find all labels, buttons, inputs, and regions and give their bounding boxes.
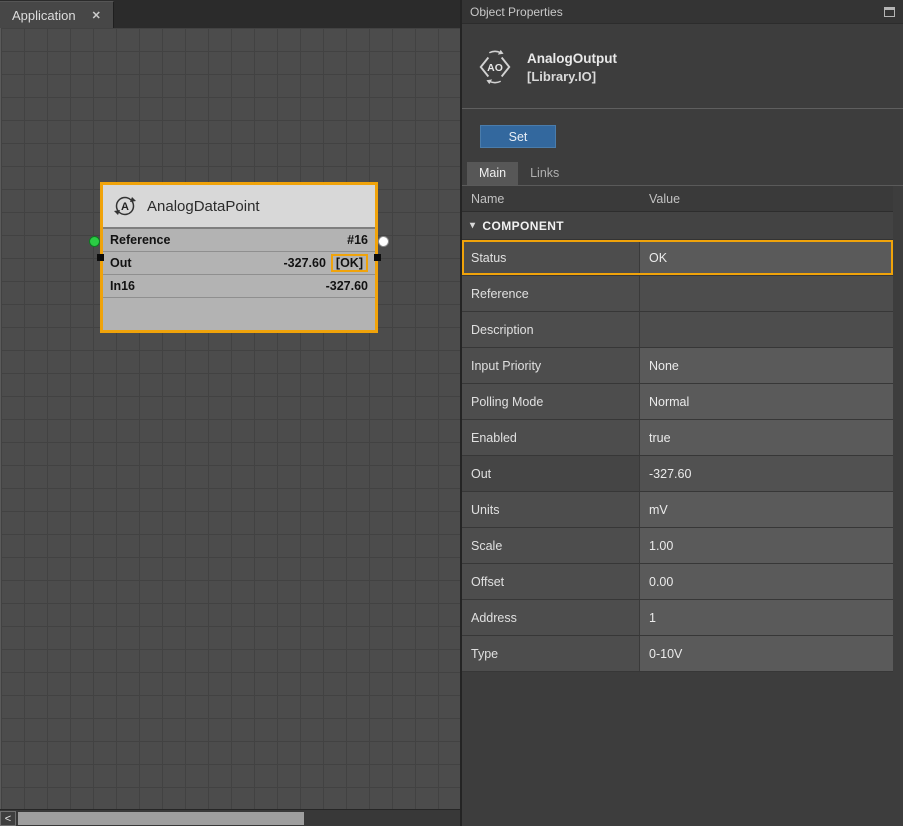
svg-text:AO: AO	[487, 63, 503, 74]
table-row-out[interactable]: Out -327.60	[462, 456, 893, 492]
table-row-input-priority[interactable]: Input Priority None	[462, 348, 893, 384]
status-ok-highlight: [OK]	[331, 254, 368, 272]
property-name: Address	[462, 600, 640, 635]
property-name: Type	[462, 636, 640, 671]
block-slot-name: In16	[110, 279, 135, 293]
property-value[interactable]	[640, 276, 893, 311]
property-value[interactable]: 1	[640, 600, 893, 635]
block-header[interactable]: A AnalogDataPoint	[103, 185, 375, 229]
block-row-out[interactable]: Out -327.60 [OK]	[103, 252, 375, 275]
input-port[interactable]	[89, 236, 100, 247]
close-icon[interactable]: ✕	[92, 9, 101, 22]
canvas-pane: Application ✕ A AnalogDataPoint Referenc…	[0, 0, 460, 826]
property-name: Units	[462, 492, 640, 527]
object-name: AnalogOutput	[527, 51, 617, 66]
scroll-left-icon[interactable]: <	[0, 811, 16, 826]
svg-text:A: A	[121, 201, 129, 213]
out-value: -327.60	[284, 256, 326, 270]
block-slot-name: Reference	[110, 233, 170, 247]
analog-output-icon: AO	[476, 48, 514, 86]
wiresheet-canvas[interactable]: A AnalogDataPoint Reference #16 Out -327…	[0, 28, 460, 809]
table-row-type[interactable]: Type 0-10V	[462, 636, 893, 672]
table-row-address[interactable]: Address 1	[462, 600, 893, 636]
block-row-reference[interactable]: Reference #16	[103, 229, 375, 252]
property-value[interactable]	[640, 312, 893, 347]
property-value[interactable]: true	[640, 420, 893, 455]
canvas-tab-bar: Application ✕	[0, 0, 460, 28]
table-row-offset[interactable]: Offset 0.00	[462, 564, 893, 600]
property-value[interactable]: mV	[640, 492, 893, 527]
object-header: AO AnalogOutput [Library.IO]	[462, 24, 903, 108]
properties-table: Name Value ▾ COMPONENT Status OK Referen…	[462, 186, 893, 672]
property-value[interactable]: -327.60	[640, 456, 893, 491]
table-header: Name Value	[462, 186, 893, 212]
set-button[interactable]: Set	[480, 125, 556, 148]
property-value[interactable]: Normal	[640, 384, 893, 419]
horizontal-scrollbar[interactable]: <	[0, 809, 460, 826]
chevron-down-icon[interactable]: ▾	[470, 220, 475, 231]
selection-handle-right[interactable]	[374, 254, 381, 261]
property-value[interactable]: 0.00	[640, 564, 893, 599]
block-slot-value: -327.60	[326, 279, 368, 293]
table-row-status[interactable]: Status OK	[462, 240, 893, 276]
block-slot-name: Out	[110, 256, 132, 270]
application-window: Application ✕ A AnalogDataPoint Referenc…	[0, 0, 903, 826]
dock-window-icon[interactable]	[884, 7, 895, 17]
table-row-polling-mode[interactable]: Polling Mode Normal	[462, 384, 893, 420]
tab-application-label: Application	[12, 8, 76, 23]
tab-main[interactable]: Main	[467, 162, 518, 185]
section-label: COMPONENT	[482, 219, 564, 233]
property-name: Polling Mode	[462, 384, 640, 419]
table-row-units[interactable]: Units mV	[462, 492, 893, 528]
selection-handle-left[interactable]	[97, 254, 104, 261]
object-identity: AnalogOutput [Library.IO]	[527, 51, 617, 84]
table-row-reference[interactable]: Reference	[462, 276, 893, 312]
panel-title-bar: Object Properties	[462, 0, 903, 24]
tab-links[interactable]: Links	[518, 162, 571, 185]
property-name: Scale	[462, 528, 640, 563]
block-slot-value: #16	[347, 233, 368, 247]
table-row-description[interactable]: Description	[462, 312, 893, 348]
property-name: Description	[462, 312, 640, 347]
properties-tab-bar: Main Links	[462, 161, 903, 186]
property-value[interactable]: 1.00	[640, 528, 893, 563]
column-header-name: Name	[462, 192, 640, 206]
property-name: Offset	[462, 564, 640, 599]
object-properties-panel: Object Properties AO AnalogOutput [Libra…	[462, 0, 903, 826]
analog-datapoint-block[interactable]: A AnalogDataPoint Reference #16 Out -327…	[100, 182, 378, 333]
block-row-in16[interactable]: In16 -327.60	[103, 275, 375, 298]
property-name: Status	[462, 240, 640, 275]
property-name: Out	[462, 456, 640, 491]
property-value[interactable]: 0-10V	[640, 636, 893, 671]
property-value[interactable]: OK	[640, 240, 893, 275]
tab-application[interactable]: Application ✕	[0, 1, 114, 28]
panel-title: Object Properties	[470, 5, 563, 19]
column-header-value: Value	[640, 192, 893, 206]
analog-point-icon: A	[113, 194, 137, 218]
block-slot-value: -327.60 [OK]	[284, 254, 368, 272]
object-library: [Library.IO]	[527, 69, 617, 84]
section-component[interactable]: ▾ COMPONENT	[462, 212, 893, 240]
hscroll-thumb[interactable]	[18, 812, 304, 825]
table-row-scale[interactable]: Scale 1.00	[462, 528, 893, 564]
table-row-enabled[interactable]: Enabled true	[462, 420, 893, 456]
property-name: Enabled	[462, 420, 640, 455]
block-title: AnalogDataPoint	[147, 198, 260, 215]
property-name: Input Priority	[462, 348, 640, 383]
header-separator	[462, 108, 903, 109]
property-value[interactable]: None	[640, 348, 893, 383]
output-port[interactable]	[378, 236, 389, 247]
property-name: Reference	[462, 276, 640, 311]
block-body	[103, 298, 375, 330]
